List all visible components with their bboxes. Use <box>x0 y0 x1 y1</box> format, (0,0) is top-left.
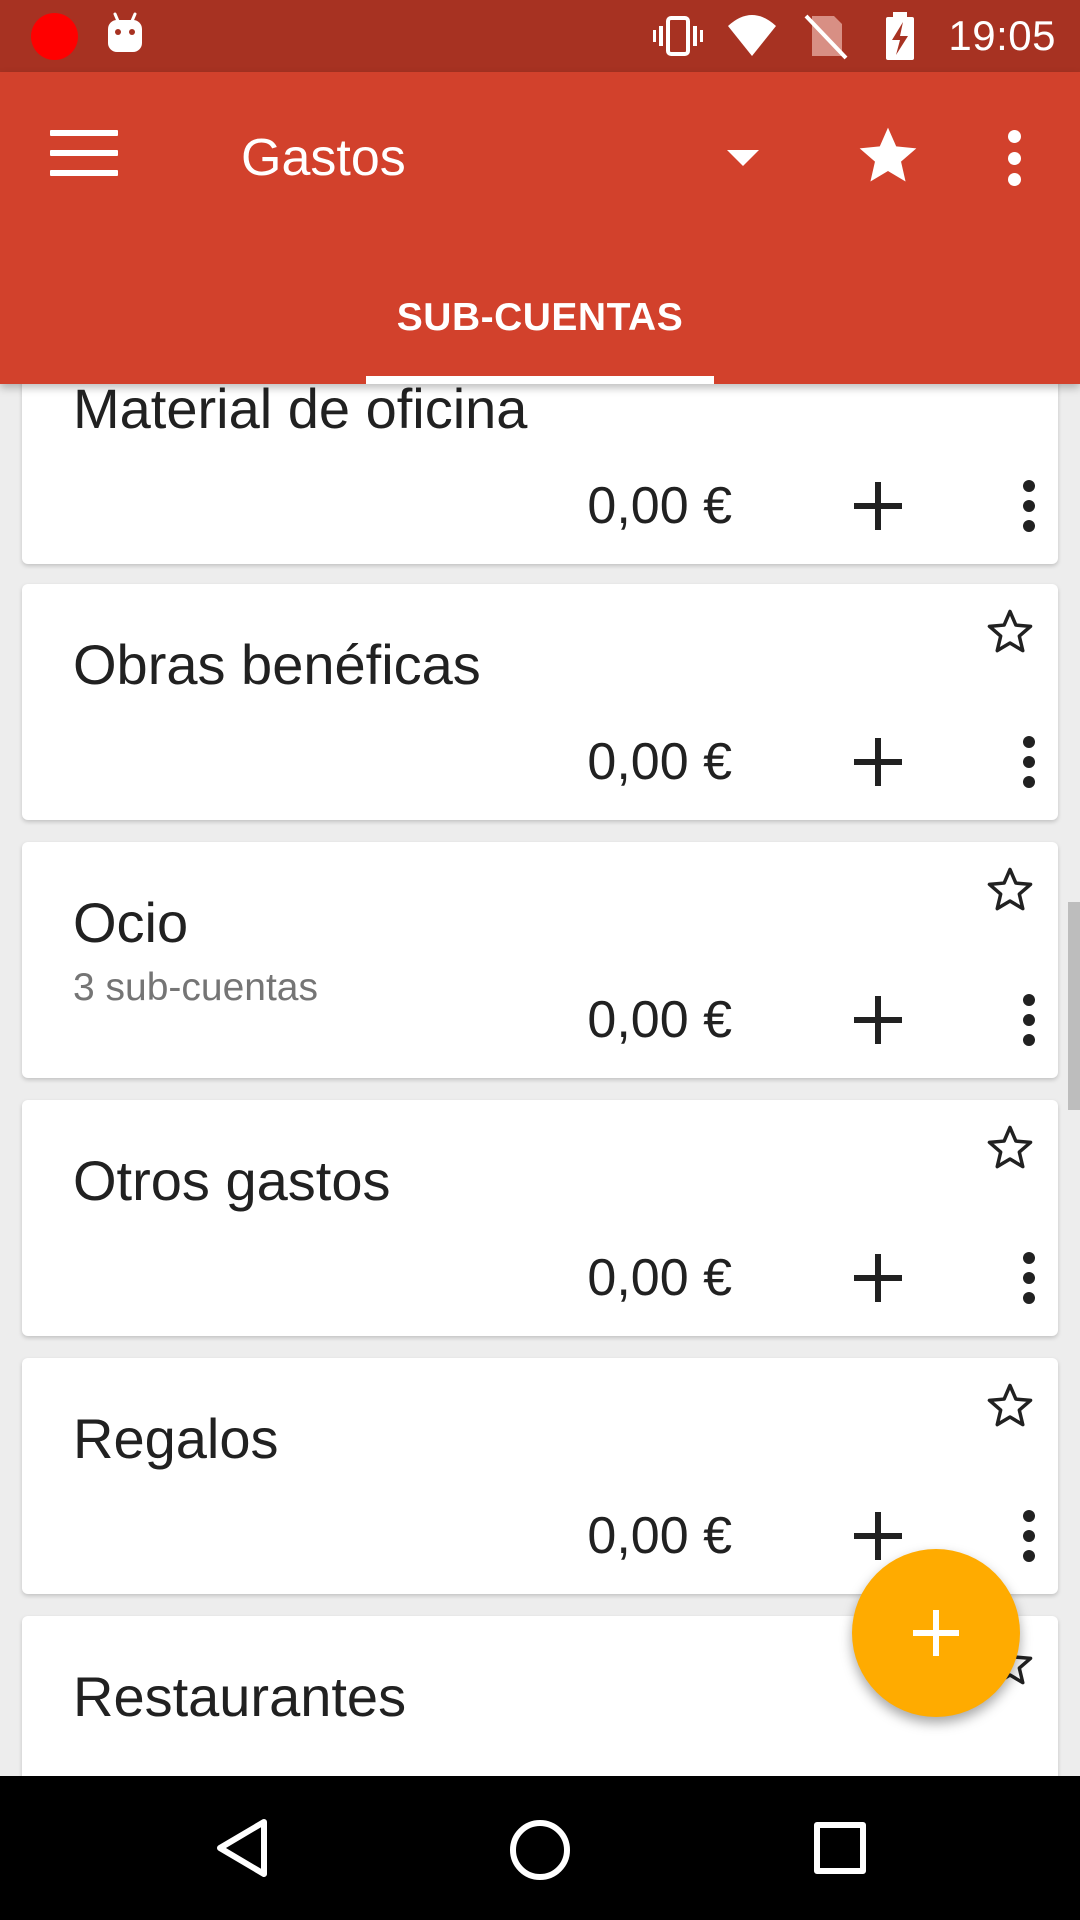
account-name: Regalos <box>73 1407 279 1470</box>
add-transaction-icon[interactable] <box>854 996 902 1044</box>
account-name: Obras benéficas <box>73 633 481 696</box>
star-outline-icon[interactable] <box>984 864 1036 916</box>
account-name: Ocio <box>73 891 189 954</box>
card-more-icon[interactable] <box>1022 1252 1036 1304</box>
favorite-star-icon[interactable] <box>854 122 922 190</box>
account-balance: 0,00 € <box>587 991 732 1049</box>
star-outline-icon[interactable] <box>984 1380 1036 1432</box>
card-more-icon[interactable] <box>1022 480 1036 532</box>
account-balance: 0,00 € <box>587 477 732 535</box>
card-more-icon[interactable] <box>1022 1510 1036 1562</box>
navigation-bar <box>0 1776 1080 1920</box>
scrollbar[interactable] <box>1068 902 1080 1110</box>
wifi-icon <box>728 15 777 56</box>
add-transaction-icon[interactable] <box>854 1254 902 1302</box>
account-balance: 0,00 € <box>587 1249 732 1307</box>
tab-sub-cuentas[interactable]: SUB-CUENTAS <box>366 272 714 384</box>
tab-label: SUB-CUENTAS <box>396 296 684 339</box>
add-transaction-icon[interactable] <box>854 1512 902 1560</box>
star-outline-icon[interactable] <box>984 1122 1036 1174</box>
status-bar: 19:05 <box>0 0 1080 72</box>
no-sim-icon <box>804 14 848 60</box>
app-bar: Gastos SUB-CUENTAS <box>0 72 1080 384</box>
account-card[interactable]: Material de oficina 0,00 € <box>22 384 1058 564</box>
tab-indicator <box>366 376 714 384</box>
account-card[interactable]: Ocio 3 sub-cuentas 0,00 € <box>22 842 1058 1078</box>
account-balance: 0,00 € <box>587 1507 732 1565</box>
recent-apps-icon[interactable] <box>814 1822 866 1874</box>
add-transaction-icon[interactable] <box>854 738 902 786</box>
account-name: Restaurantes <box>73 1665 407 1728</box>
sub-account-count: 3 sub-cuentas <box>73 966 318 1009</box>
add-transaction-icon[interactable] <box>854 482 902 530</box>
record-icon <box>31 13 78 60</box>
card-more-icon[interactable] <box>1022 736 1036 788</box>
status-icons: 19:05 <box>652 0 1056 72</box>
page-title: Gastos <box>241 129 406 187</box>
account-name: Material de oficina <box>73 384 528 440</box>
back-icon[interactable] <box>212 1816 272 1880</box>
clock: 19:05 <box>948 12 1056 59</box>
star-outline-icon[interactable] <box>984 606 1036 658</box>
vibrate-icon <box>653 16 704 56</box>
android-icon <box>108 12 142 52</box>
account-name: Otros gastos <box>73 1149 391 1212</box>
overflow-menu-icon[interactable] <box>1000 130 1028 186</box>
card-more-icon[interactable] <box>1022 994 1036 1046</box>
account-card[interactable]: Obras benéficas 0,00 € <box>22 584 1058 820</box>
battery-charging-icon <box>886 12 915 60</box>
menu-icon[interactable] <box>50 130 118 182</box>
account-card[interactable]: Otros gastos 0,00 € <box>22 1100 1058 1336</box>
dropdown-arrow-icon[interactable] <box>727 150 759 166</box>
home-icon[interactable] <box>510 1820 570 1880</box>
add-account-button[interactable] <box>852 1549 1020 1717</box>
account-balance: 0,00 € <box>587 733 732 791</box>
